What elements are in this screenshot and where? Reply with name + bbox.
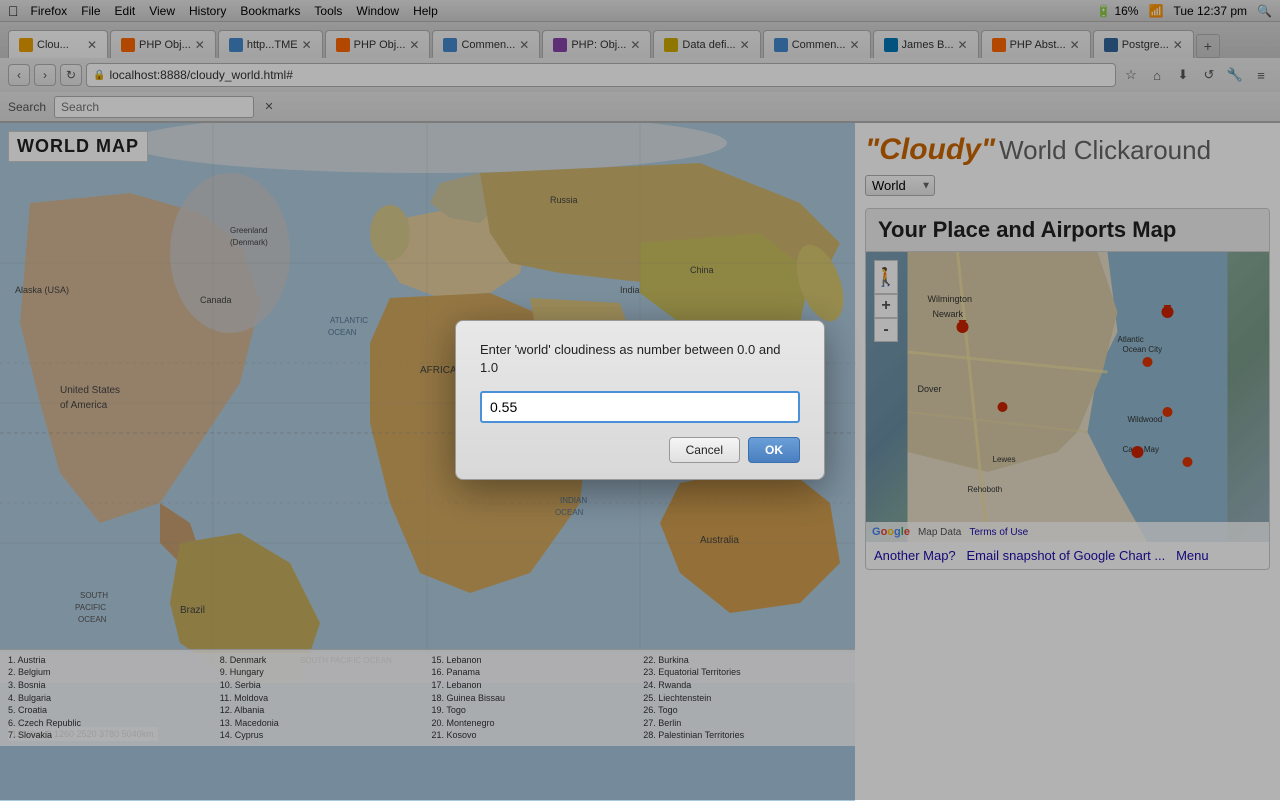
dialog-cancel-button[interactable]: Cancel xyxy=(669,437,740,463)
dialog: Enter 'world' cloudiness as number betwe… xyxy=(455,320,825,480)
dialog-overlay: Enter 'world' cloudiness as number betwe… xyxy=(0,0,1280,800)
dialog-input[interactable] xyxy=(480,391,800,423)
dialog-buttons: Cancel OK xyxy=(480,437,800,463)
dialog-message: Enter 'world' cloudiness as number betwe… xyxy=(480,341,800,377)
dialog-ok-button[interactable]: OK xyxy=(748,437,800,463)
